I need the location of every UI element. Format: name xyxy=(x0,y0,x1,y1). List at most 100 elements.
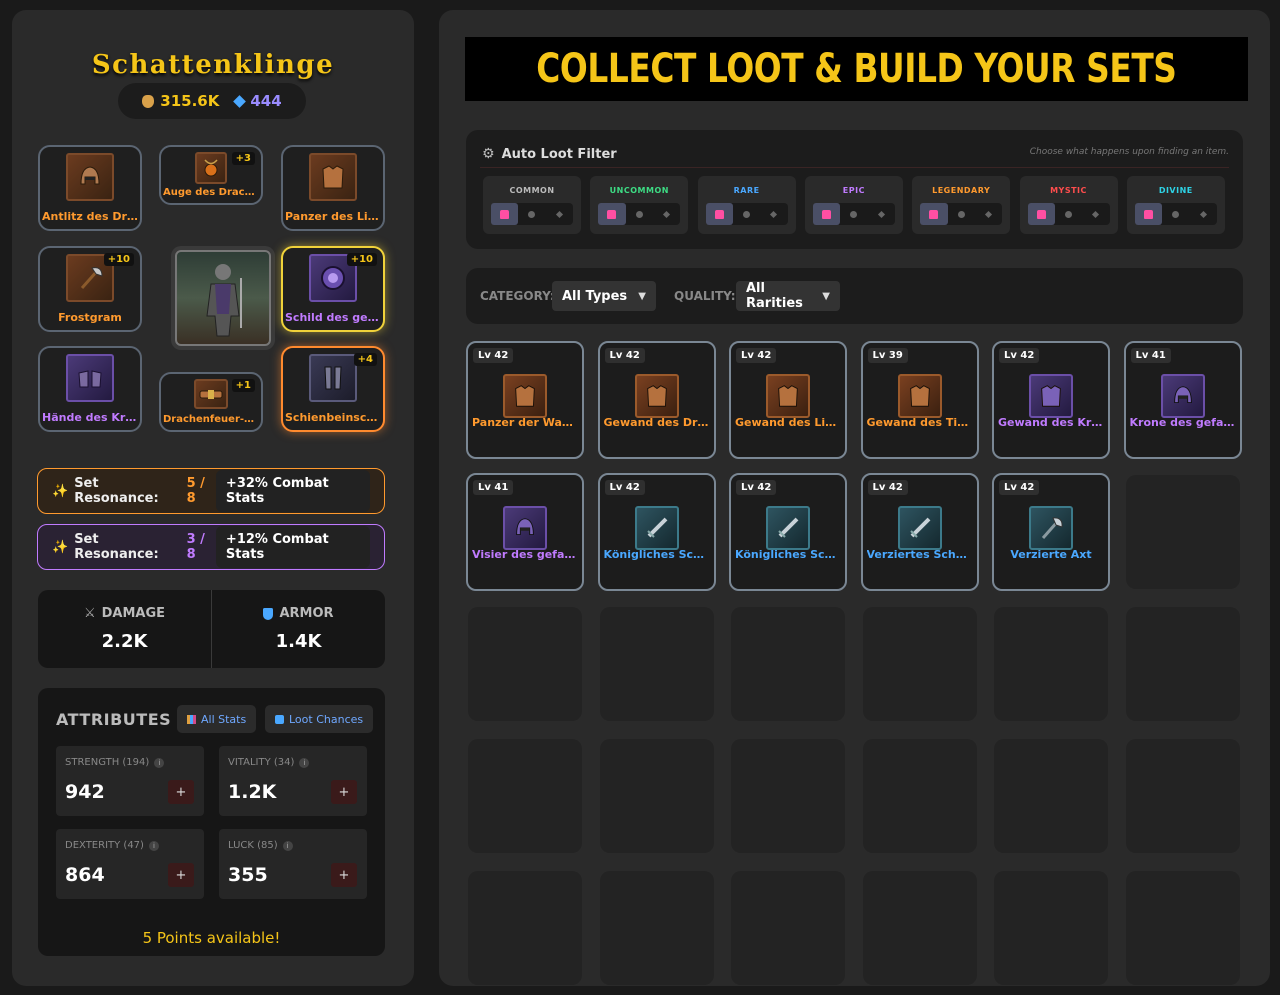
upgrade-badge: +3 xyxy=(231,152,255,165)
backpack-icon xyxy=(822,209,832,219)
equip-slot-chest[interactable]: Panzer des Lichts xyxy=(281,145,385,231)
stat-value: 1.2K xyxy=(228,781,277,803)
empty-inventory-slot[interactable] xyxy=(994,607,1108,721)
stat-vitality: VITALITY (34) i 1.2K + xyxy=(219,746,367,816)
diamond-icon xyxy=(1092,210,1100,218)
rarity-action-toggle xyxy=(598,203,681,225)
item-name: Krone des gefall... xyxy=(1129,416,1236,429)
set-resonance-epic[interactable]: ✨ Set Resonance: 3 / 8 +12% Combat Stats xyxy=(37,524,385,570)
info-icon[interactable]: i xyxy=(282,840,293,851)
sword-icon xyxy=(897,506,942,550)
equip-slot-belt[interactable]: +1 Drachenfeuer-Gü... xyxy=(159,372,263,432)
empty-inventory-slot[interactable] xyxy=(468,871,582,985)
inventory-item[interactable]: Lv 42 Gewand des Dra... xyxy=(597,341,716,459)
empty-inventory-slot[interactable] xyxy=(599,607,714,721)
equip-slot-shield[interactable]: +10 Schild des gefal... xyxy=(281,246,385,332)
info-icon[interactable]: i xyxy=(154,757,165,768)
increase-luck-button[interactable]: + xyxy=(331,863,357,887)
inventory-item[interactable]: Lv 41 Krone des gefall... xyxy=(1123,341,1242,459)
inventory-item[interactable]: Lv 42 Gewand des Lichts xyxy=(729,341,847,459)
increase-vitality-button[interactable]: + xyxy=(331,780,357,804)
salvage-option[interactable] xyxy=(948,203,975,225)
armor-value: 1.4K xyxy=(275,631,322,652)
equip-slot-label: Antlitz des Drac... xyxy=(42,210,138,223)
empty-inventory-slot[interactable] xyxy=(862,739,977,853)
info-icon xyxy=(275,714,284,724)
pickup-option[interactable] xyxy=(705,203,733,225)
inventory-item[interactable]: Lv 42 Königliches Sch... xyxy=(729,473,847,591)
stat-label: STRENGTH (194) xyxy=(65,757,150,768)
empty-inventory-slot[interactable] xyxy=(599,739,714,853)
resonance-count: 5 / 8 xyxy=(186,476,205,506)
auto-loot-filter: ⚙ Auto Loot Filter Choose what happens u… xyxy=(466,130,1243,249)
salvage-option[interactable] xyxy=(840,203,867,225)
empty-inventory-slot[interactable] xyxy=(994,871,1108,985)
inventory-item[interactable]: Lv 42 Verzierte Axt xyxy=(992,473,1110,591)
category-label: CATEGORY: xyxy=(480,289,555,303)
info-icon[interactable]: i xyxy=(299,757,310,768)
empty-inventory-slot[interactable] xyxy=(1125,607,1240,721)
equip-slot-amulet[interactable]: +3 Auge des Drachen xyxy=(159,145,263,205)
empty-inventory-slot[interactable] xyxy=(468,607,582,721)
increase-dexterity-button[interactable]: + xyxy=(168,863,194,887)
sell-option[interactable] xyxy=(760,203,787,225)
salvage-option[interactable] xyxy=(626,203,653,225)
chestplate-icon xyxy=(309,153,357,201)
loot-chances-button[interactable]: Loot Chances xyxy=(265,705,374,733)
empty-inventory-slot[interactable] xyxy=(1125,475,1240,589)
axe-icon xyxy=(1029,506,1073,550)
category-select[interactable]: All Types ▼ xyxy=(552,281,656,311)
empty-inventory-slot[interactable] xyxy=(731,607,845,721)
filter-hint: Choose what happens upon finding an item… xyxy=(1029,147,1229,157)
sell-option[interactable] xyxy=(546,203,573,225)
equip-slot-helmet[interactable]: Antlitz des Drac... xyxy=(38,145,142,231)
pickup-option[interactable] xyxy=(812,203,841,225)
equip-slot-gloves[interactable]: Hände des Krie... xyxy=(38,346,142,432)
empty-inventory-slot[interactable] xyxy=(731,871,845,985)
empty-inventory-slot[interactable] xyxy=(1125,871,1240,985)
sell-option[interactable] xyxy=(1189,203,1216,225)
sword-icon xyxy=(634,506,679,550)
inventory-item[interactable]: Lv 42 Panzer der Wacht xyxy=(466,341,584,459)
salvage-option[interactable] xyxy=(518,203,545,225)
salvage-option[interactable] xyxy=(1162,203,1189,225)
rarity-name: DIVINE xyxy=(1158,186,1193,195)
rarity-name: LEGENDARY xyxy=(932,186,991,195)
pickup-option[interactable] xyxy=(1134,203,1163,225)
diamond-icon xyxy=(1199,210,1207,218)
pickup-option[interactable] xyxy=(920,203,948,225)
pickup-option[interactable] xyxy=(598,203,626,225)
inventory-item[interactable]: Lv 42 Verziertes Schwert xyxy=(860,473,979,591)
sell-option[interactable] xyxy=(653,203,680,225)
empty-inventory-slot[interactable] xyxy=(599,871,714,985)
info-icon[interactable]: i xyxy=(148,840,159,851)
backpack-icon xyxy=(1143,209,1153,219)
equip-slot-legs[interactable]: +4 Schienbeinschu... xyxy=(281,346,385,432)
sell-option[interactable] xyxy=(1082,203,1109,225)
all-stats-button[interactable]: All Stats xyxy=(177,705,257,733)
inventory-item[interactable]: Lv 42 Gewand des Krie... xyxy=(992,341,1110,459)
backpack-icon xyxy=(607,209,617,219)
salvage-option[interactable] xyxy=(1055,203,1082,225)
set-resonance-legendary[interactable]: ✨ Set Resonance: 5 / 8 +32% Combat Stats xyxy=(37,468,385,514)
sell-option[interactable] xyxy=(868,203,895,225)
empty-inventory-slot[interactable] xyxy=(731,739,845,853)
empty-inventory-slot[interactable] xyxy=(862,607,977,721)
diamond-icon xyxy=(877,210,885,218)
equip-slot-label: Drachenfeuer-Gü... xyxy=(163,414,259,425)
inventory-item[interactable]: Lv 41 Visier des gefalle... xyxy=(466,473,584,591)
empty-inventory-slot[interactable] xyxy=(994,739,1108,853)
sell-option[interactable] xyxy=(975,203,1002,225)
inventory-item[interactable]: Lv 42 Königliches Sch... xyxy=(597,473,716,591)
pickup-option[interactable] xyxy=(491,203,519,225)
pickup-option[interactable] xyxy=(1027,203,1055,225)
empty-inventory-slot[interactable] xyxy=(468,739,582,853)
equip-slot-weapon[interactable]: +10 Frostgram xyxy=(38,246,142,332)
item-name: Visier des gefalle... xyxy=(472,548,578,561)
inventory-item[interactable]: Lv 39 Gewand des Tita... xyxy=(860,341,979,459)
quality-select[interactable]: All Rarities ▼ xyxy=(736,281,840,311)
increase-strength-button[interactable]: + xyxy=(168,780,194,804)
salvage-option[interactable] xyxy=(733,203,760,225)
empty-inventory-slot[interactable] xyxy=(1125,739,1240,853)
empty-inventory-slot[interactable] xyxy=(862,871,977,985)
